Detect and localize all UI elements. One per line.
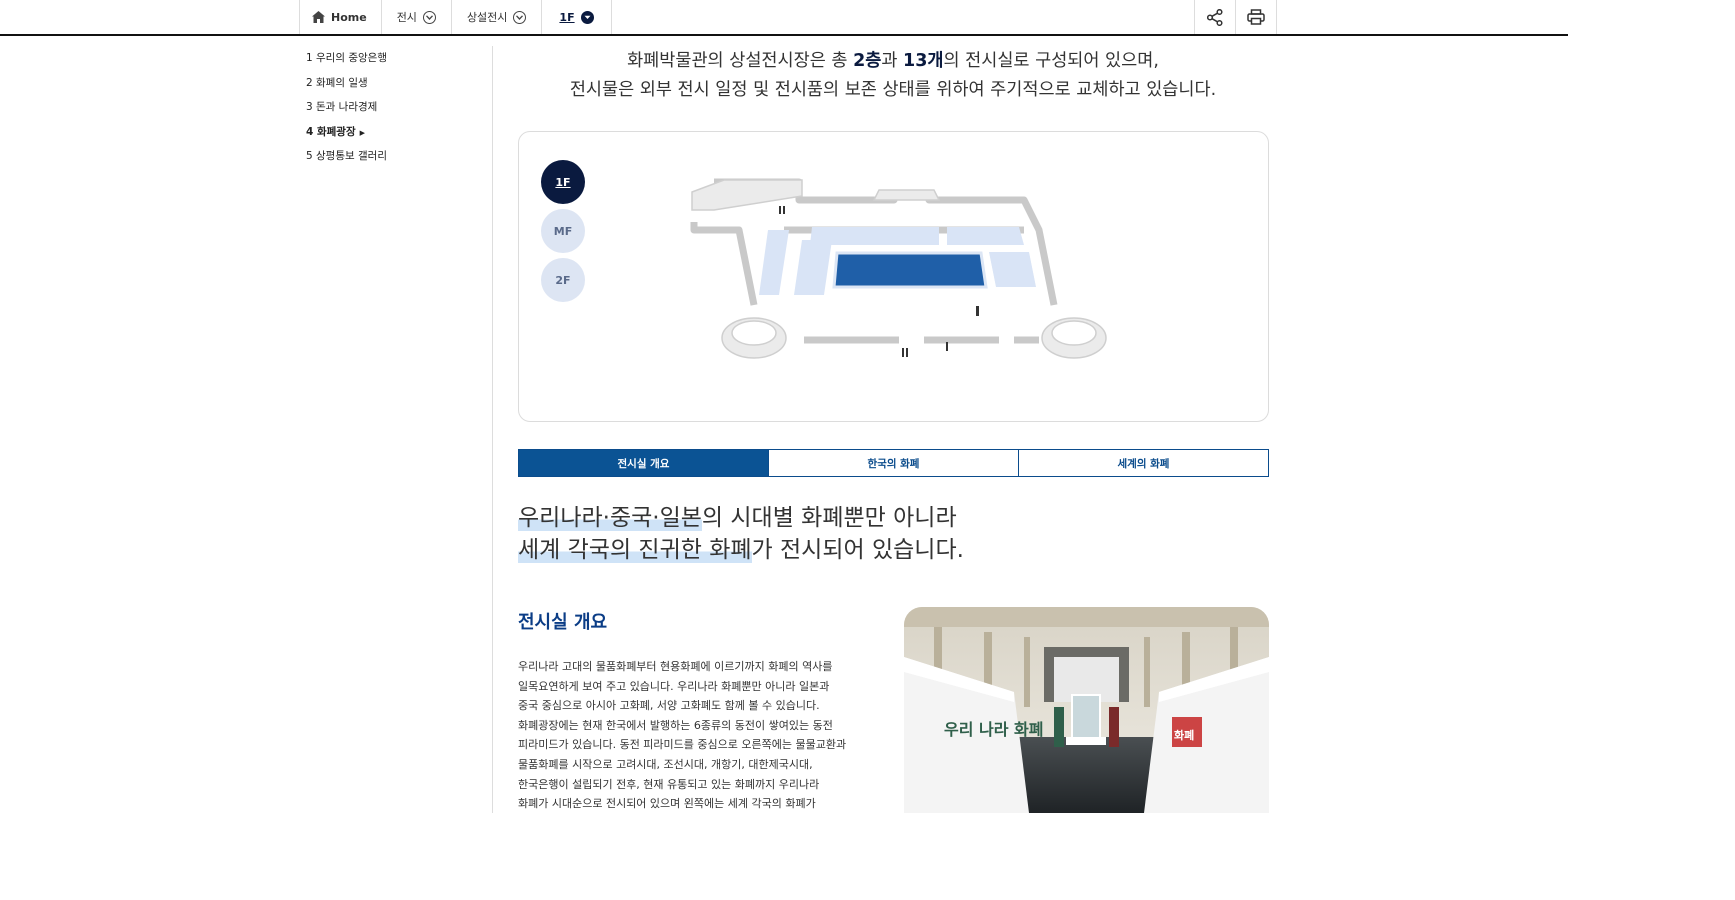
floor-button-mf[interactable]: MF [541,209,585,253]
floor-plan-map[interactable] [684,170,1109,375]
sidebar-nav: 1 우리의 중앙은행 2 화폐의 일생 3 돈과 나라경제 4 화폐광장 ▶ 5 … [306,50,387,173]
sidebar-item-money-economy[interactable]: 3 돈과 나라경제 [306,99,387,124]
sidebar-item-life-of-currency[interactable]: 2 화폐의 일생 [306,75,387,100]
sidebar-item-currency-plaza[interactable]: 4 화폐광장 ▶ [306,124,387,149]
floor-button-1f[interactable]: 1F [541,160,585,204]
printer-icon [1247,9,1265,25]
breadcrumb-floor[interactable]: 1F [542,0,612,34]
body-line: 우리나라 고대의 물품화폐부터 현용화폐에 이르기까지 화폐의 역사를 [518,660,833,673]
intro-text: 화폐박물관의 상설전시장은 총 2층과 13개의 전시실로 구성되어 있으며, … [518,47,1268,105]
headline: 우리나라·중국·일본의 시대별 화폐뿐만 아니라 세계 각국의 진귀한 화폐가 … [518,502,964,566]
top-nav-bar: Home 전시 상설전시 1F [0,0,1568,36]
breadcrumb-home-label: Home [331,10,367,24]
body-line: 중국 중심으로 아시아 고화폐, 서양 고화폐도 함께 볼 수 있습니다. [518,699,820,713]
caret-right-icon: ▶ [359,128,365,137]
sidebar-item-sangpyeong-gallery[interactable]: 5 상평통보 갤러리 [306,148,387,173]
content-tabs: 전시실 개요 한국의 화폐 세계의 화폐 [518,449,1269,477]
sidebar-item-central-bank[interactable]: 1 우리의 중앙은행 [306,50,387,75]
sidebar-item-label: 1 우리의 중앙은행 [306,52,387,64]
photo-sign-left: 우리 나라 화폐 [944,720,1043,739]
breadcrumb-permanent[interactable]: 상설전시 [452,0,543,34]
sidebar-divider [492,46,493,813]
floor-button-2f[interactable]: 2F [541,258,585,302]
sidebar-item-label: 4 화폐광장 [306,125,356,138]
body-line: 물품화폐를 시작으로 고려시대, 조선시대, 개항기, 대한제국시대, [518,757,813,771]
share-icon [1207,8,1223,26]
tab-overview[interactable]: 전시실 개요 [519,450,768,476]
intro-line-1: 화폐박물관의 상설전시장은 총 2층과 13개의 전시실로 구성되어 있으며, [627,51,1159,71]
body-line: 화폐광장에는 현재 한국에서 발행하는 6종류의 동전이 쌓여있는 동전 [518,718,833,732]
exhibition-photo: 우리 나라 화폐 화폐 [904,607,1269,813]
sidebar-item-label: 5 상평통보 갤러리 [306,150,387,162]
toolbar [1194,0,1277,34]
breadcrumb-exhibition[interactable]: 전시 [382,0,452,34]
breadcrumb-permanent-label: 상설전시 [466,11,508,24]
home-icon [312,11,325,23]
body-line: 한국은행이 설립되기 전후, 현재 유통되고 있는 화폐까지 우리나라 [518,777,820,791]
tab-korean-currency[interactable]: 한국의 화폐 [768,450,1018,476]
chevron-down-icon [580,10,594,24]
intro-line-2: 전시물은 외부 전시 일정 및 전시품의 보존 상태를 위하여 주기적으로 교체… [569,80,1217,100]
breadcrumb-exhibition-label: 전시 [396,11,417,24]
sidebar-item-label: 2 화폐의 일생 [306,76,368,89]
breadcrumb-home[interactable]: Home [300,0,382,34]
body-line: 피라미드가 있습니다. 동전 피라미드를 중심으로 오른쪽에는 물물교환과 [518,738,847,752]
floor-map-card: 1F MF 2F [518,131,1269,422]
section-body: 우리나라 고대의 물품화폐부터 현용화폐에 이르기까지 화폐의 역사를 일목요연… [518,657,878,814]
breadcrumb: Home 전시 상설전시 1F [299,0,612,34]
chevron-down-icon [422,10,436,24]
print-button[interactable] [1236,0,1277,34]
section-title: 전시실 개요 [518,612,608,633]
breadcrumb-floor-label: 1F [559,10,575,24]
share-button[interactable] [1195,0,1236,34]
headline-line-2: 세계 각국의 진귀한 화폐가 전시되어 있습니다. [518,537,964,563]
photo-sign-right: 화폐 [1174,728,1194,742]
body-line: 화폐가 시대순으로 전시되어 있으며 왼쪽에는 세계 각국의 화폐가 [518,797,816,811]
headline-line-1: 우리나라·중국·일본의 시대별 화폐뿐만 아니라 [518,505,957,531]
sidebar-item-label: 3 돈과 나라경제 [306,101,378,113]
tab-world-currency[interactable]: 세계의 화폐 [1018,450,1268,476]
chevron-down-icon [513,10,527,24]
body-line: 일목요연하게 보여 주고 있습니다. 우리나라 화폐뿐만 아니라 일본과 [518,679,830,693]
